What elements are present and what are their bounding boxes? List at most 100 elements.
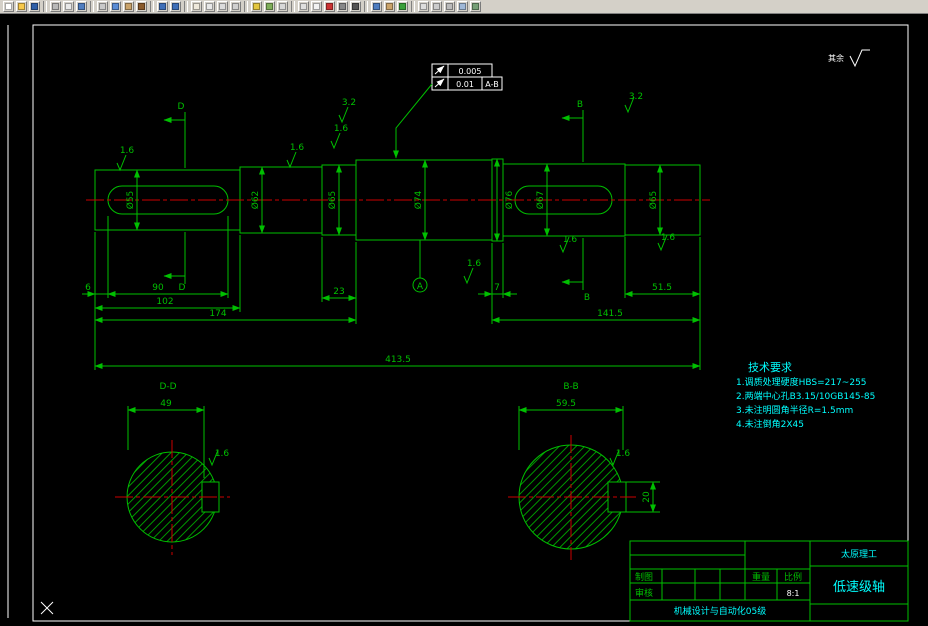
zoom-window-icon[interactable] xyxy=(217,1,228,12)
tolerance-leader xyxy=(393,83,433,159)
roughness-value: 3.2 xyxy=(629,92,643,102)
dim-23: 23 xyxy=(333,287,344,297)
datum-balloon: A xyxy=(412,240,428,293)
tolerance-frames: 0.005 0.01 A-B xyxy=(393,63,503,159)
layer-control-icon[interactable] xyxy=(311,1,322,12)
new-icon[interactable] xyxy=(3,1,14,12)
area-icon[interactable] xyxy=(264,1,275,12)
dia-65-left: Ø65 xyxy=(327,191,338,210)
distance-icon[interactable] xyxy=(251,1,262,12)
surplus-roughness-note: 其余 xyxy=(828,49,870,68)
titleblock-draw-label: 制图 xyxy=(635,571,653,583)
section-b-width: 59.5 xyxy=(556,399,576,409)
titleblock-weight-label: 重量 xyxy=(752,571,770,583)
section-b-title: B-B xyxy=(563,382,578,392)
properties-icon[interactable] xyxy=(371,1,382,12)
linetype-icon[interactable] xyxy=(337,1,348,12)
dim-6: 6 xyxy=(85,283,91,293)
dim-102: 102 xyxy=(156,297,173,307)
roughness-value: 3.2 xyxy=(342,98,356,108)
title-block: 制图 审核 重量 比例 8:1 太原理工 低速级轴 机械设计与自动化05级 xyxy=(629,540,909,622)
dia-67: Ø67 xyxy=(535,191,546,210)
tech-requirements: 技术要求 1.调质处理硬度HBS=217~255 2.两端中心孔B3.15/10… xyxy=(736,361,875,430)
runout-icon xyxy=(434,65,445,75)
roughness-value: 1.6 xyxy=(563,235,578,245)
print-preview-icon[interactable] xyxy=(63,1,74,12)
paste-icon[interactable] xyxy=(123,1,134,12)
roughness-marks: 1.6 1.6 1.6 3.2 1.6 1.6 1.6 3.2 xyxy=(116,92,676,284)
tech-title: 技术要求 xyxy=(748,361,792,374)
titleblock-part-name: 低速级轴 xyxy=(833,580,885,595)
toolbar-separator xyxy=(291,1,295,12)
text-icon[interactable] xyxy=(431,1,442,12)
open-icon[interactable] xyxy=(16,1,27,12)
dia-65-right: Ø65 xyxy=(648,191,659,210)
roughness-value: 1.6 xyxy=(661,233,676,243)
dia-76: Ø76 xyxy=(504,190,515,209)
undo-icon[interactable] xyxy=(157,1,168,12)
section-d-title: D-D xyxy=(159,382,176,392)
color-control-icon[interactable] xyxy=(324,1,335,12)
section-cut-b: B B xyxy=(561,100,590,303)
titleblock-check-label: 审核 xyxy=(635,587,653,599)
cut-icon[interactable] xyxy=(97,1,108,12)
save-icon[interactable] xyxy=(29,1,40,12)
toolbar-separator xyxy=(411,1,415,12)
dim-174: 174 xyxy=(209,309,226,319)
list-icon[interactable] xyxy=(277,1,288,12)
tech-item: 1.调质处理硬度HBS=217~255 xyxy=(736,376,867,388)
hatch-icon[interactable] xyxy=(444,1,455,12)
section-b-slot: 20 xyxy=(642,491,652,503)
orbit-icon[interactable] xyxy=(470,1,481,12)
dimension-icon[interactable] xyxy=(418,1,429,12)
roughness-icon xyxy=(116,154,127,171)
roughness-icon xyxy=(849,49,870,68)
toolbar xyxy=(0,0,928,14)
match-properties-icon[interactable] xyxy=(136,1,147,12)
tech-item: 4.未注倒角2X45 xyxy=(736,418,804,430)
section-d-width: 49 xyxy=(160,399,172,409)
toolbar-separator xyxy=(150,1,154,12)
tech-item: 2.两端中心孔B3.15/10GB145-85 xyxy=(736,390,875,402)
lineweight-icon[interactable] xyxy=(350,1,361,12)
roughness-icon xyxy=(286,151,297,168)
runout-icon xyxy=(434,78,445,88)
roughness-icon xyxy=(330,132,341,149)
section-view-b-b: B-B 59.5 20 1.6 xyxy=(508,382,660,560)
crosshair-cursor xyxy=(40,601,54,615)
section-view-d-d: D-D 49 1.6 xyxy=(115,382,230,555)
roughness-value: 1.6 xyxy=(334,124,349,134)
pan-icon[interactable] xyxy=(191,1,202,12)
copy-icon[interactable] xyxy=(110,1,121,12)
dia-74: Ø74 xyxy=(413,190,424,209)
roughness-value: 1.6 xyxy=(467,259,482,269)
spelling-icon[interactable] xyxy=(76,1,87,12)
dim-141-5: 141.5 xyxy=(597,309,623,319)
surplus-label: 其余 xyxy=(828,53,844,63)
section-d-label-top: D xyxy=(178,102,185,112)
block-icon[interactable] xyxy=(457,1,468,12)
section-b-label-bottom: B xyxy=(584,293,590,303)
drawing-canvas[interactable]: 其余 0.005 0.01 A-B A Ø55 Ø62 Ø65 Ø74 Ø76 … xyxy=(0,14,928,626)
zoom-realtime-icon[interactable] xyxy=(204,1,215,12)
titleblock-course: 机械设计与自动化05级 xyxy=(674,605,766,617)
section-cut-d: D D xyxy=(163,102,186,293)
print-icon[interactable] xyxy=(50,1,61,12)
length-dimensions: 6 90 102 174 23 7 51.5 141.5 413.5 xyxy=(82,216,701,370)
tech-item: 3.未注明圆角半径R=1.5mm xyxy=(736,404,853,416)
datum-label: A xyxy=(417,282,424,292)
toolbar-separator xyxy=(244,1,248,12)
roughness-value: 1.6 xyxy=(616,449,631,459)
roughness-value: 1.6 xyxy=(215,449,230,459)
zoom-previous-icon[interactable] xyxy=(230,1,241,12)
dia-62: Ø62 xyxy=(250,191,261,210)
dim-51-5: 51.5 xyxy=(652,283,672,293)
designcenter-icon[interactable] xyxy=(384,1,395,12)
dim-413-5: 413.5 xyxy=(385,355,411,365)
layers-icon[interactable] xyxy=(298,1,309,12)
runout-datum: A-B xyxy=(485,80,498,89)
toolbar-separator xyxy=(43,1,47,12)
section-d-label-bottom: D xyxy=(179,283,186,293)
redo-icon[interactable] xyxy=(170,1,181,12)
help-icon[interactable] xyxy=(397,1,408,12)
